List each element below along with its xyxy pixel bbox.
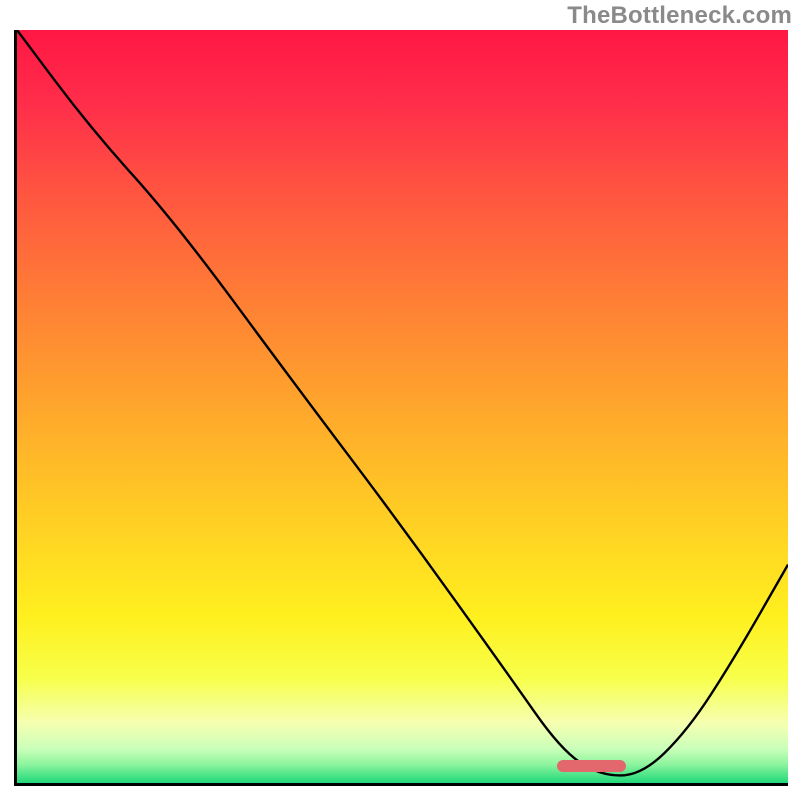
plot-area: [14, 30, 788, 786]
optimal-range-marker: [557, 760, 626, 772]
bottleneck-curve: [17, 30, 788, 775]
curve-layer: [17, 30, 788, 783]
watermark-text: TheBottleneck.com: [567, 2, 792, 30]
